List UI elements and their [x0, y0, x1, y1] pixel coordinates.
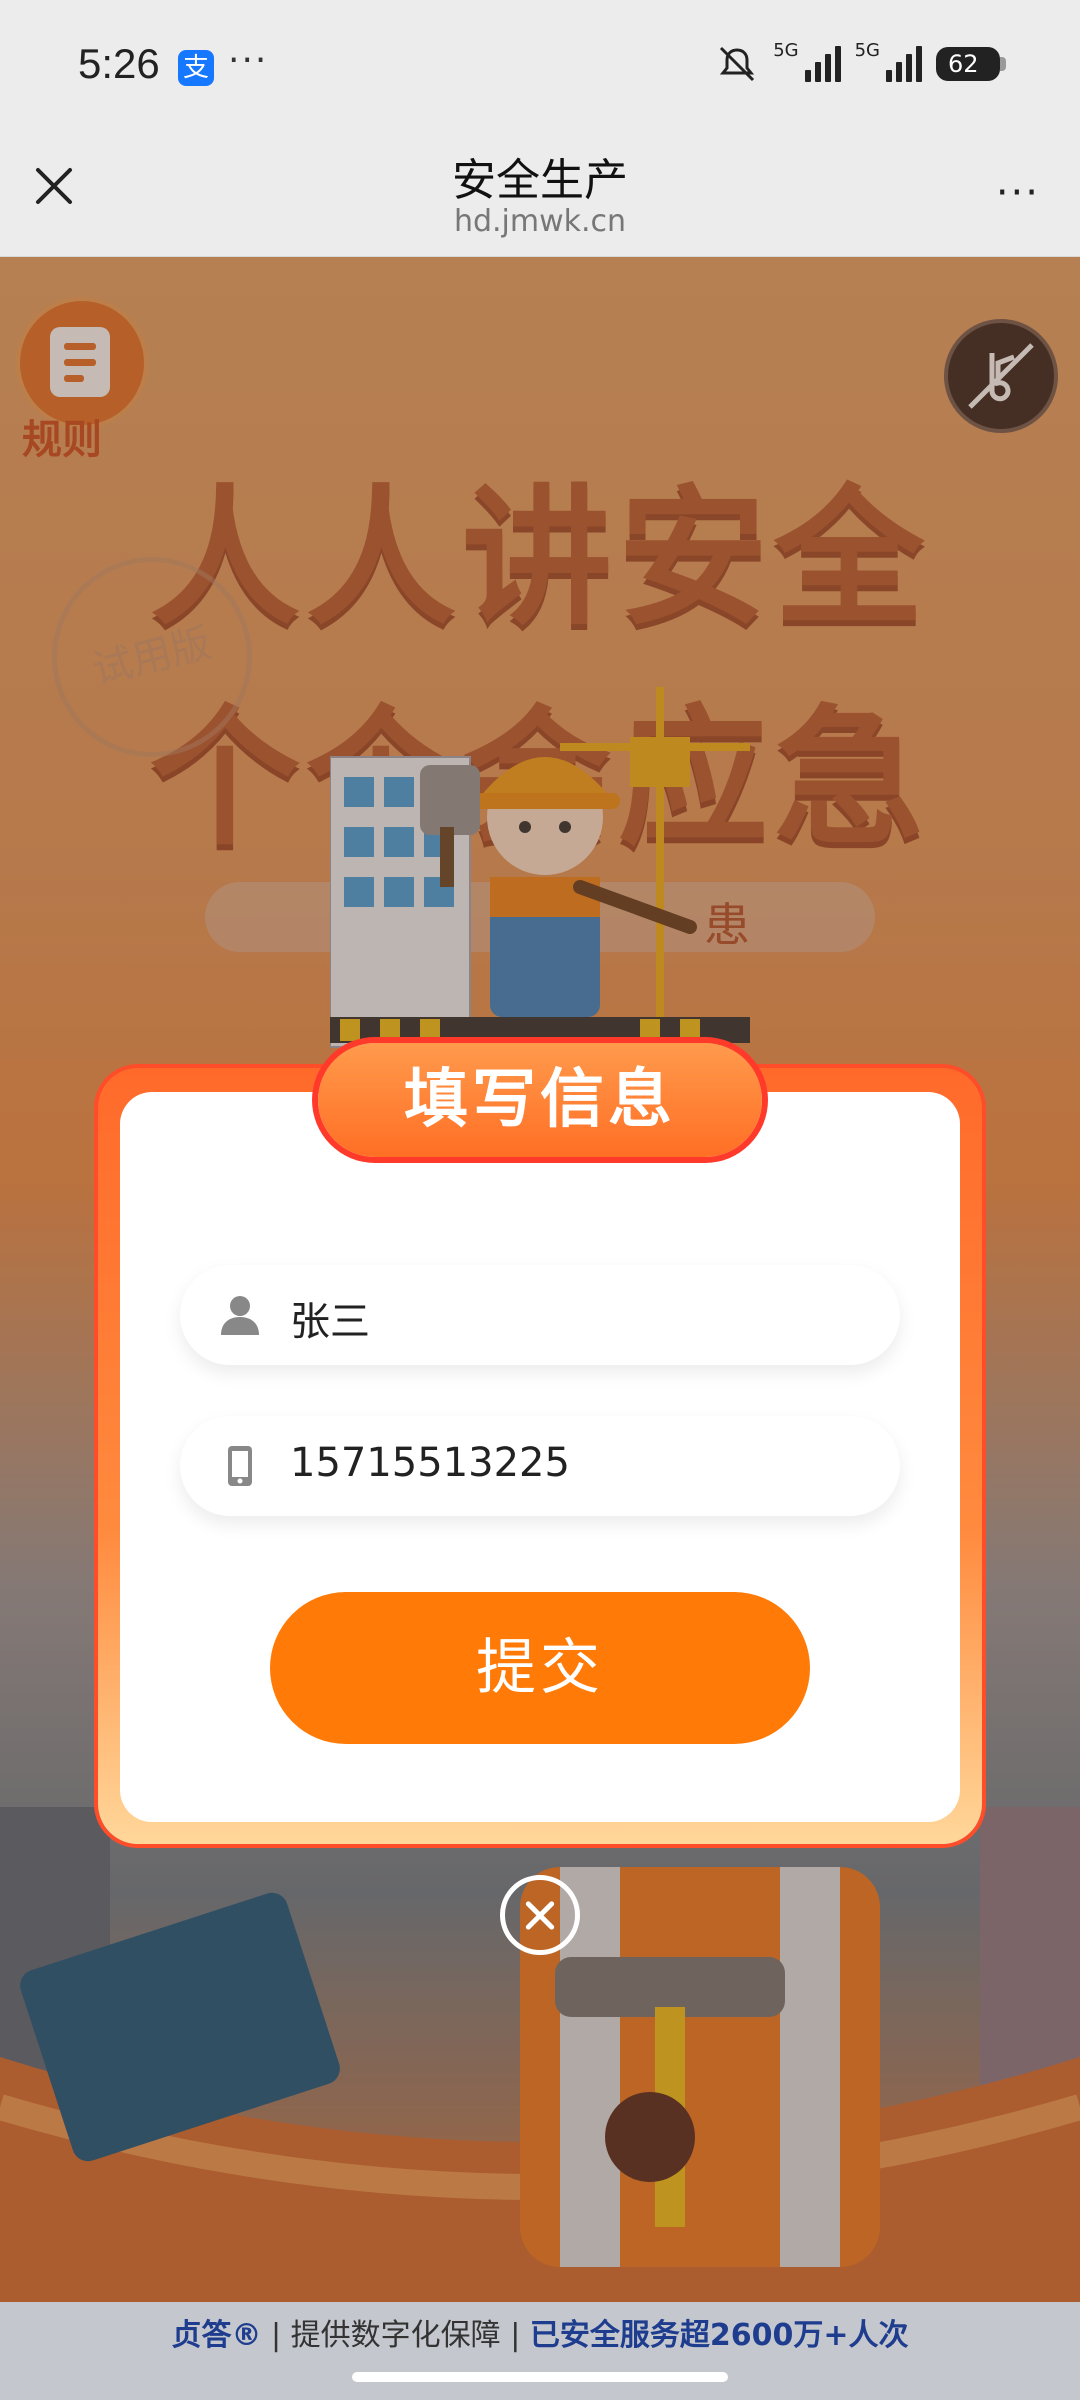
- home-indicator[interactable]: [352, 2372, 728, 2382]
- phone-value[interactable]: 15715513225: [290, 1440, 570, 1486]
- footer-separator-2: |: [510, 2318, 521, 2353]
- signal-icon: [804, 46, 841, 82]
- footer-text: 贞答® | 提供数字化保障 | 已安全服务超2600万+人次: [0, 2310, 1080, 2354]
- footer-text-1: 提供数字化保障: [290, 2318, 501, 2353]
- footer-bar: 贞答® | 提供数字化保障 | 已安全服务超2600万+人次: [0, 2302, 1080, 2400]
- network-label-1: 5G: [773, 39, 799, 61]
- phone-icon: [228, 1446, 252, 1486]
- footer-text-2: 已安全服务超2600万+人次: [529, 2318, 909, 2353]
- status-bar: 5:26 支 ··· 5G 5G 62: [0, 0, 1080, 130]
- person-icon: [221, 1296, 259, 1335]
- name-field[interactable]: 张三: [180, 1265, 900, 1365]
- name-value[interactable]: 张三: [290, 1289, 370, 1347]
- footer-brand[interactable]: 贞答®: [171, 2318, 261, 2353]
- phone-field[interactable]: 15715513225: [180, 1416, 900, 1516]
- status-icons: 5G 5G 62: [715, 40, 1006, 84]
- bell-off-icon: [720, 46, 755, 82]
- alipay-icon: 支: [178, 50, 214, 86]
- submit-button[interactable]: 提交: [270, 1592, 810, 1744]
- more-menu-button[interactable]: ···: [996, 170, 1040, 216]
- signal-icon-2: [886, 46, 922, 82]
- battery-icon: 62: [936, 47, 1006, 81]
- page-title: 安全生产: [452, 155, 628, 206]
- modal-title: 填写信息: [318, 1043, 762, 1157]
- nav-bar: 安全生产 hd.jmwk.cn ···: [0, 130, 1080, 257]
- close-modal-icon[interactable]: [500, 1875, 580, 1955]
- page-domain: hd.jmwk.cn: [453, 204, 627, 239]
- notification-dots: ···: [228, 40, 269, 81]
- network-label-2: 5G: [854, 39, 880, 61]
- footer-separator-1: |: [271, 2318, 282, 2353]
- clock: 5:26: [78, 40, 160, 87]
